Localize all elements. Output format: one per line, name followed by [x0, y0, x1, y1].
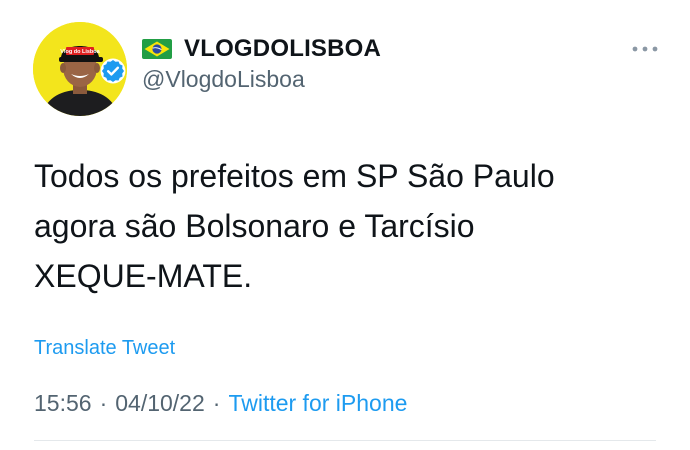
divider — [34, 440, 656, 441]
meta-separator: · — [99, 390, 108, 416]
verified-badge-icon — [100, 58, 126, 84]
tweet-text: Todos os prefeitos em SP São Paulo agora… — [34, 151, 664, 301]
brazil-flag-icon — [142, 39, 172, 59]
tweet-text-line: agora são Bolsonaro e Tarcísio — [34, 208, 475, 244]
meta-separator: · — [212, 390, 221, 416]
tweet-text-line: XEQUE-MATE. — [34, 258, 253, 294]
tweet-text-line: Todos os prefeitos em SP São Paulo — [34, 158, 555, 194]
display-name[interactable]: VLOGDOLISBOA — [184, 35, 381, 63]
tweet-time[interactable]: 15:56 — [34, 390, 92, 417]
tweet-source-link[interactable]: Twitter for iPhone — [228, 390, 407, 417]
tweet-detail: Vlog do Lisboa VLOGDOLISBOA @VlogdoLisbo… — [0, 0, 690, 450]
more-options-icon[interactable] — [630, 42, 660, 56]
translate-tweet-link[interactable]: Translate Tweet — [34, 337, 175, 360]
avatar-cap-text: Vlog do Lisboa — [60, 49, 100, 55]
tweet-meta: 15:56 · 04/10/22 · Twitter for iPhone — [34, 390, 407, 417]
user-handle[interactable]: @VlogdoLisboa — [142, 66, 305, 93]
author-name-row[interactable]: VLOGDOLISBOA — [142, 33, 381, 65]
tweet-date[interactable]: 04/10/22 — [115, 390, 205, 417]
